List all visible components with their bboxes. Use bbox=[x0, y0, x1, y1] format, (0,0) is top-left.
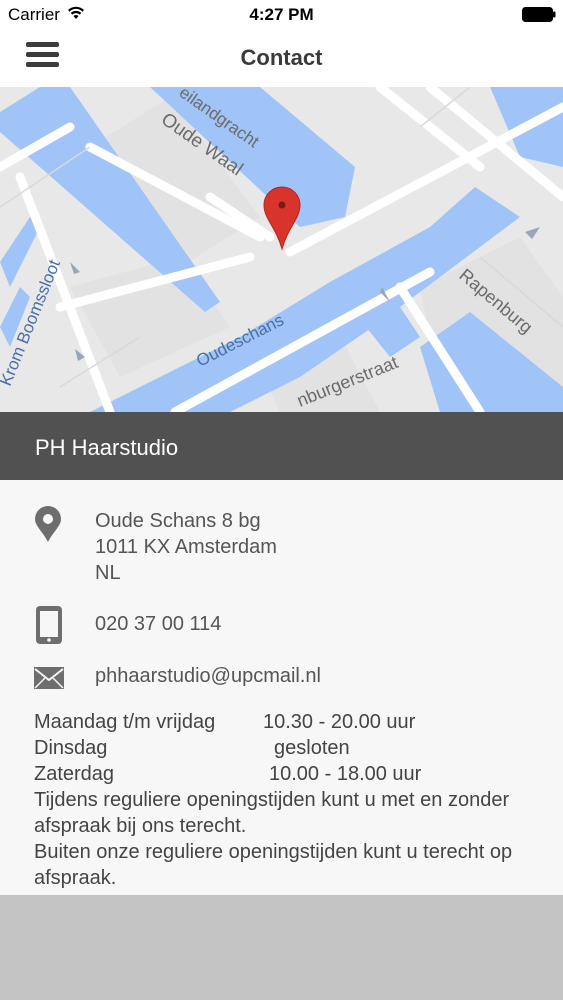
hours-time: 10.30 - 20.00 uur bbox=[263, 711, 416, 733]
hours-day: Maandag t/m vrijdag bbox=[34, 711, 216, 733]
address-line-1: Oude Schans 8 bg bbox=[95, 510, 261, 532]
address-line-3: NL bbox=[95, 562, 121, 584]
email-link[interactable]: phhaarstudio@upcmail.nl bbox=[95, 663, 321, 689]
hours-row: Dinsdag gesloten bbox=[34, 735, 554, 761]
hours-time: gesloten bbox=[274, 737, 350, 759]
hours-day: Zaterdag bbox=[34, 763, 115, 785]
nav-bar: Contact bbox=[0, 30, 563, 87]
battery-icon bbox=[522, 7, 556, 22]
contact-info: Oude Schans 8 bg 1011 KX Amsterdam NL 02… bbox=[0, 480, 563, 895]
page-title: Contact bbox=[240, 45, 323, 70]
status-bar: Carrier 4:27 PM bbox=[0, 0, 563, 30]
business-header: PH Haarstudio bbox=[0, 412, 563, 480]
hours-note-2: Buiten onze reguliere openingstijden kun… bbox=[34, 841, 513, 889]
address-block[interactable]: Oude Schans 8 bg 1011 KX Amsterdam NL bbox=[95, 508, 277, 586]
business-name: PH Haarstudio bbox=[35, 435, 179, 460]
phone-icon bbox=[36, 606, 62, 644]
location-pin-icon bbox=[35, 506, 61, 542]
hours-day: Dinsdag bbox=[34, 737, 108, 759]
map-canvas[interactable]: Oude Waal eilandgracht Krom Boomssloot O… bbox=[0, 87, 563, 412]
hours-row: Maandag t/m vrijdag 10.30 - 20.00 uur bbox=[34, 709, 554, 735]
status-time: 4:27 PM bbox=[249, 5, 314, 24]
opening-hours: Maandag t/m vrijdag 10.30 - 20.00 uur Di… bbox=[34, 709, 554, 891]
envelope-icon bbox=[34, 667, 64, 689]
phone-number[interactable]: 020 37 00 114 bbox=[95, 611, 221, 637]
map[interactable]: Oude Waal eilandgracht Krom Boomssloot O… bbox=[0, 87, 563, 412]
hours-time: 10.00 - 18.00 uur bbox=[269, 763, 422, 785]
address-line-2: 1011 KX Amsterdam bbox=[95, 536, 277, 558]
hours-row: Zaterdag 10.00 - 18.00 uur bbox=[34, 761, 554, 787]
hours-note-1: Tijdens reguliere openingstijden kunt u … bbox=[34, 789, 510, 837]
